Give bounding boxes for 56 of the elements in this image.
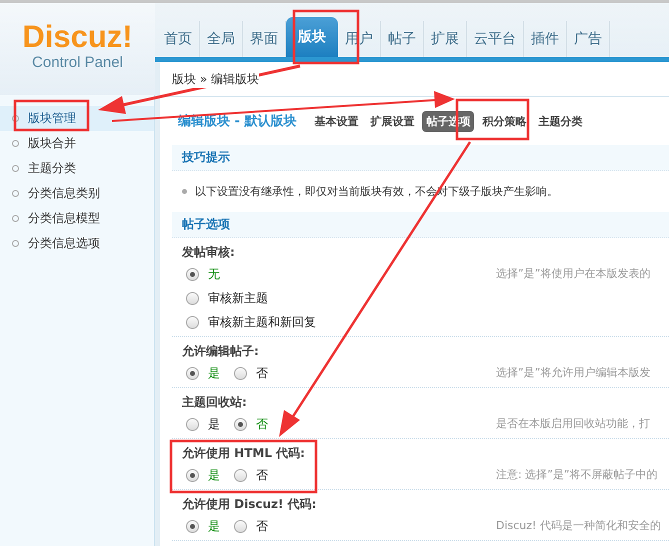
annotation-box — [292, 10, 360, 64]
radio-button[interactable] — [234, 366, 247, 380]
sidebar-item[interactable]: 主题分类 — [0, 156, 154, 181]
radio-button[interactable] — [186, 468, 199, 482]
option-label: 是 — [208, 518, 220, 534]
nav-tab[interactable]: 云平台 — [467, 21, 524, 57]
radio-button[interactable] — [234, 418, 247, 430]
section-title: 技巧提示 — [182, 149, 230, 166]
bullet-icon — [182, 189, 187, 194]
sub-tab[interactable]: 基本设置 — [310, 110, 362, 132]
option-label: 否 — [256, 416, 268, 432]
nav-tab[interactable]: 扩展 — [424, 21, 467, 57]
setting-description: 选择”是”将允许用户编辑本版发 — [496, 365, 650, 381]
nav-tab[interactable]: 广告 — [567, 21, 610, 57]
radio-button[interactable] — [186, 268, 199, 280]
option-label: 否 — [256, 518, 268, 534]
radio-button[interactable] — [186, 292, 199, 304]
nav-tab[interactable]: 首页 — [157, 21, 200, 57]
setting-description: 选择”是”将使用户在本版发表的 — [496, 266, 650, 282]
option-label: 审核新主题 — [208, 290, 268, 306]
option-label: 是 — [208, 466, 220, 484]
radio-button[interactable] — [186, 520, 199, 532]
nav-tab[interactable]: 全局 — [200, 21, 243, 57]
radio-button[interactable] — [234, 520, 247, 532]
setting-label: 主题回收站: — [182, 394, 248, 411]
setting-label: 允许使用 HTML 代码: — [182, 445, 306, 462]
radio-button[interactable] — [186, 316, 199, 328]
sidebar-item[interactable]: 分类信息类别 — [0, 181, 154, 206]
radio-button[interactable] — [186, 366, 199, 380]
setting-description: 注意: 选择”是”将不屏蔽帖子中的 — [496, 467, 658, 483]
breadcrumb: 版块 » 编辑版块 — [172, 70, 259, 88]
sidebar-item[interactable]: 版块合并 — [0, 131, 154, 156]
option-label: 是 — [208, 364, 220, 382]
setting-label: 允许使用 Discuz! 代码: — [182, 496, 318, 513]
sidebar-item[interactable]: 分类信息选项 — [0, 231, 154, 256]
sub-tab[interactable]: 扩展设置 — [366, 110, 418, 132]
option-label: 否 — [256, 466, 268, 484]
nav-tab[interactable]: 版块 — [286, 17, 338, 57]
setting-description: 是否在本版启用回收站功能，打 — [496, 416, 650, 432]
nav-tab[interactable]: 帖子 — [381, 21, 424, 57]
logo-text: Discuz! — [22, 20, 133, 54]
nav-tab[interactable]: 插件 — [524, 21, 567, 57]
setting-label: 允许编辑帖子: — [182, 343, 260, 360]
radio-button[interactable] — [234, 468, 247, 482]
option-label: 审核新主题和新回复 — [208, 314, 316, 330]
option-label: 是 — [208, 416, 220, 432]
sub-tab[interactable]: 积分策略 — [478, 110, 530, 132]
radio-button[interactable] — [186, 418, 199, 430]
option-label: 否 — [256, 364, 268, 382]
option-label: 无 — [208, 266, 220, 282]
sub-tab[interactable]: 主题分类 — [534, 110, 586, 132]
logo-subtitle: Control Panel — [32, 54, 123, 72]
setting-description: Discuz! 代码是一种简化和安全的 — [496, 518, 661, 534]
sidebar-item[interactable]: 分类信息模型 — [0, 206, 154, 231]
section-title: 帖子选项 — [182, 216, 230, 233]
setting-label: 发帖审核: — [182, 244, 236, 261]
